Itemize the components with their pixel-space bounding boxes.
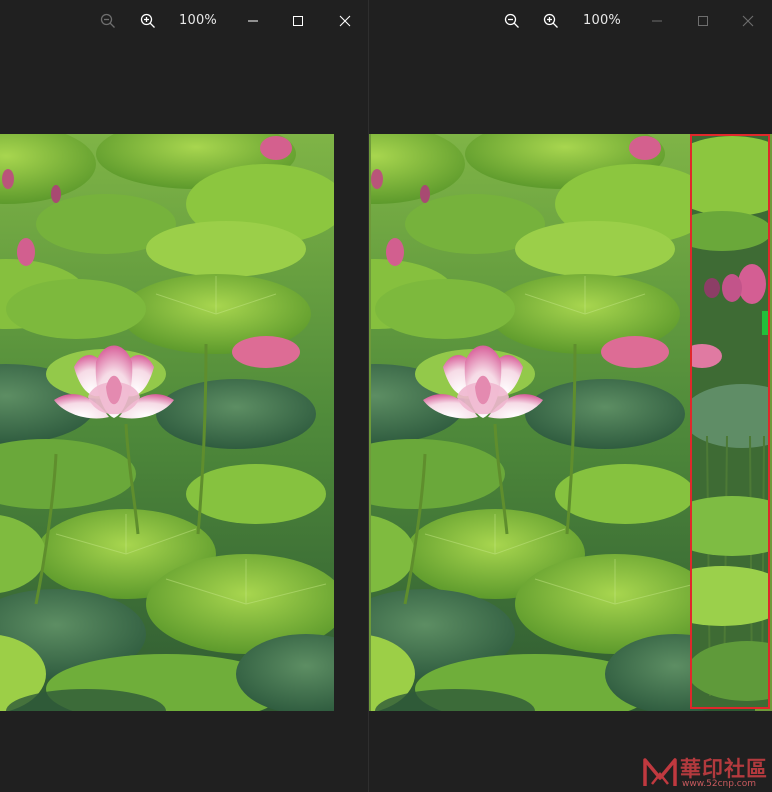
zoom-in-icon [543, 13, 558, 28]
lotus-photo [0, 134, 334, 711]
watermark: 華印社區 www.52cnp.com [642, 752, 770, 792]
zoom-level[interactable]: 100% [179, 13, 217, 28]
minimize-icon [652, 20, 662, 22]
close-button[interactable] [330, 6, 360, 36]
zoom-out-icon [504, 13, 519, 28]
zoom-in-icon [140, 13, 155, 28]
minimize-button[interactable] [238, 6, 268, 36]
maximize-icon [698, 16, 708, 26]
zoom-out-icon [100, 13, 115, 28]
zoom-in-button[interactable] [133, 6, 163, 36]
selection-box[interactable] [690, 134, 770, 709]
zoom-out-button[interactable] [497, 6, 527, 36]
close-icon [742, 15, 754, 27]
close-button[interactable] [733, 6, 763, 36]
watermark-url: www.52cnp.com [682, 779, 757, 789]
close-icon [339, 15, 351, 27]
left-image-viewer-window: 100% [0, 0, 368, 792]
zoom-out-button[interactable] [93, 6, 123, 36]
right-titlebar: 100% [369, 0, 772, 42]
selection-content [692, 136, 768, 707]
maximize-button[interactable] [283, 6, 313, 36]
maximize-icon [293, 16, 303, 26]
lotus-image [0, 134, 334, 711]
left-titlebar: 100% [0, 0, 368, 42]
zoom-in-button[interactable] [536, 6, 566, 36]
right-image-viewer-window: 100% [369, 0, 772, 792]
logo-icon [643, 758, 677, 786]
zoom-level[interactable]: 100% [583, 13, 621, 28]
maximize-button[interactable] [688, 6, 718, 36]
minimize-button[interactable] [642, 6, 672, 36]
minimize-icon [248, 20, 258, 22]
